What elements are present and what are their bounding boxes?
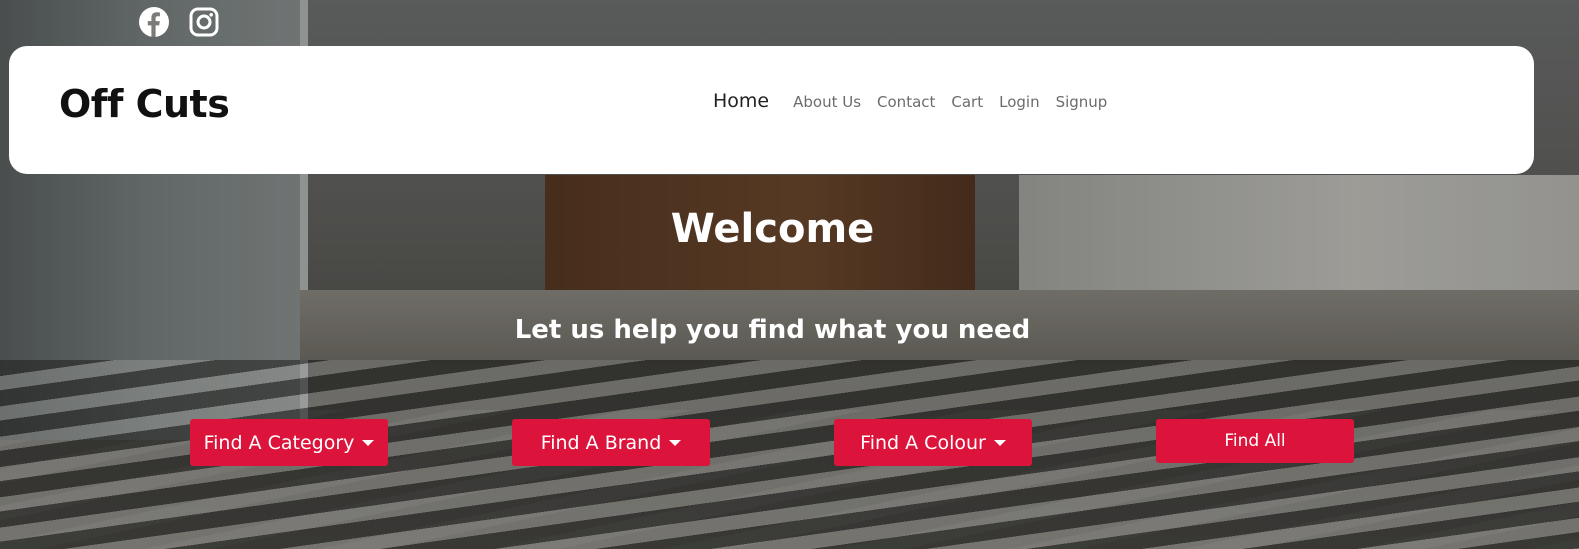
find-brand-label: Find A Brand [540,431,662,454]
nav-links: Home About Us Contact Cart Login Signup [713,90,1107,112]
nav-link-about-us[interactable]: About Us [793,93,861,111]
find-category-button[interactable]: Find A Category [190,419,388,466]
caret-down-icon [362,439,375,446]
find-category-label: Find A Category [203,431,355,454]
nav-link-contact[interactable]: Contact [877,93,935,111]
hero-subtitle: Let us help you find what you need [514,315,1031,345]
instagram-icon[interactable] [188,6,220,38]
find-all-label: Find All [1224,431,1286,451]
facebook-icon[interactable] [138,6,170,38]
hero-title: Welcome [670,206,875,252]
social-links [138,6,220,38]
find-brand-button[interactable]: Find A Brand [512,419,710,466]
caret-down-icon [669,439,682,446]
find-colour-button[interactable]: Find A Colour [834,419,1032,466]
nav-link-cart[interactable]: Cart [951,93,983,111]
navbar: Off Cuts Home About Us Contact Cart Logi… [9,46,1534,174]
nav-link-signup[interactable]: Signup [1056,93,1108,111]
brand-logo[interactable]: Off Cuts [59,82,230,126]
nav-link-login[interactable]: Login [999,93,1039,111]
find-all-button[interactable]: Find All [1156,419,1354,463]
find-colour-label: Find A Colour [860,431,986,454]
page: Off Cuts Home About Us Contact Cart Logi… [0,0,1579,549]
nav-link-home[interactable]: Home [713,90,769,112]
caret-down-icon [993,439,1006,446]
